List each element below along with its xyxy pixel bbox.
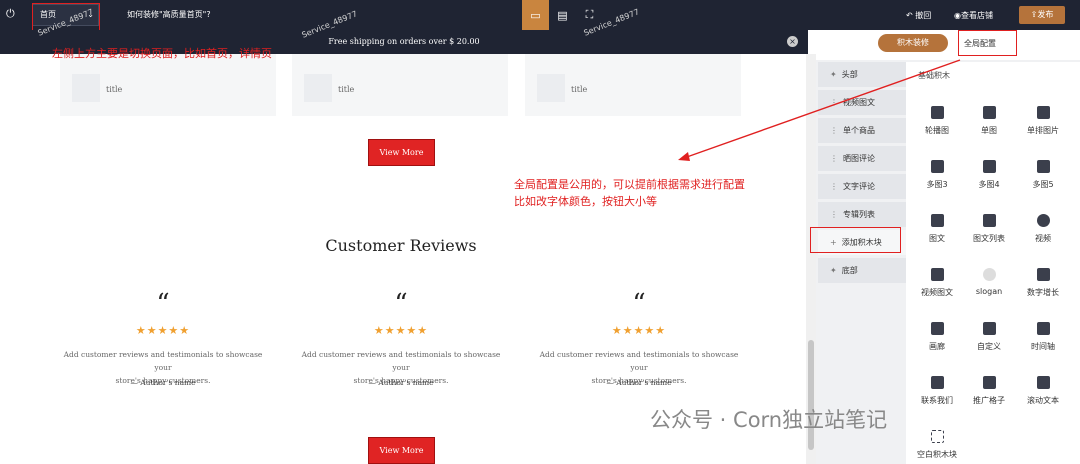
watermark: 公众号 · Corn独立站笔记 bbox=[650, 408, 888, 432]
arrow-line bbox=[683, 59, 961, 159]
annotation-arrow bbox=[678, 59, 961, 161]
arrow-head bbox=[678, 152, 690, 161]
